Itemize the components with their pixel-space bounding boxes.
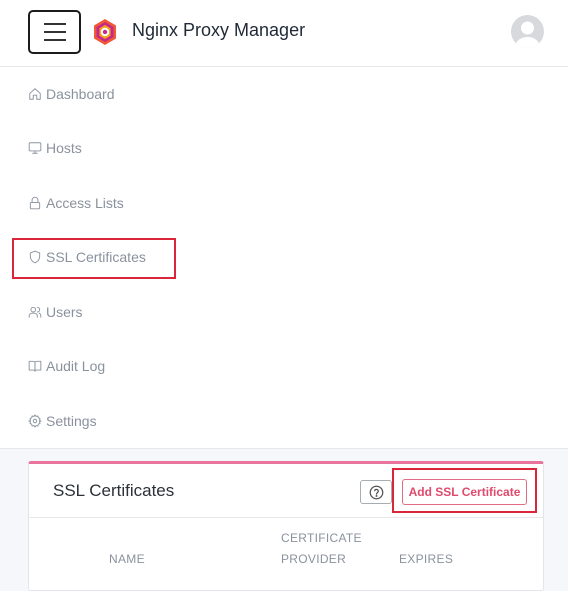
nav-item-users[interactable]: Users bbox=[28, 298, 83, 326]
column-header-name[interactable]: NAME bbox=[109, 549, 145, 570]
lock-icon bbox=[29, 196, 41, 210]
nav-item-label: Audit Log bbox=[46, 358, 106, 374]
user-avatar-icon[interactable] bbox=[511, 15, 544, 48]
nav-item-settings[interactable]: Settings bbox=[28, 407, 97, 435]
top-header: Nginx Proxy Manager bbox=[0, 0, 568, 67]
ssl-certificates-highlight-box bbox=[12, 238, 176, 279]
main-navigation: Dashboard Hosts Access Lists SSL Certifi… bbox=[0, 67, 568, 449]
nav-item-label: Settings bbox=[46, 413, 97, 429]
add-button-highlight-box bbox=[392, 468, 537, 513]
users-icon bbox=[28, 306, 42, 318]
hamburger-icon-bar bbox=[44, 31, 66, 33]
gear-icon bbox=[28, 414, 42, 428]
nav-item-hosts[interactable]: Hosts bbox=[28, 134, 82, 162]
nav-item-label: Users bbox=[46, 304, 83, 320]
help-button[interactable] bbox=[360, 480, 392, 504]
nav-item-dashboard[interactable]: Dashboard bbox=[28, 80, 115, 108]
book-icon bbox=[28, 360, 42, 372]
column-header-provider-line1[interactable]: CERTIFICATE bbox=[281, 528, 362, 549]
home-icon bbox=[29, 88, 41, 100]
hamburger-icon bbox=[44, 23, 66, 25]
menu-toggle-button[interactable] bbox=[28, 10, 81, 54]
help-circle-icon bbox=[369, 485, 383, 499]
app-title: Nginx Proxy Manager bbox=[132, 20, 306, 40]
nginx-proxy-manager-logo-icon[interactable] bbox=[91, 18, 119, 46]
nav-item-label: Dashboard bbox=[46, 86, 115, 102]
nav-item-access-lists[interactable]: Access Lists bbox=[28, 189, 124, 217]
divider bbox=[29, 517, 543, 518]
column-header-expires[interactable]: EXPIRES bbox=[399, 549, 453, 570]
column-header-provider-line2[interactable]: PROVIDER bbox=[281, 549, 346, 570]
monitor-icon bbox=[28, 142, 42, 154]
nav-item-label: Hosts bbox=[46, 140, 82, 156]
card-title: SSL Certificates bbox=[53, 481, 175, 500]
hamburger-icon-bar bbox=[44, 39, 66, 41]
nav-item-label: Access Lists bbox=[46, 195, 124, 211]
nav-item-audit-log[interactable]: Audit Log bbox=[28, 352, 105, 380]
ssl-certificates-card: SSL Certificates Add SSL Certificate NAM… bbox=[28, 461, 544, 591]
